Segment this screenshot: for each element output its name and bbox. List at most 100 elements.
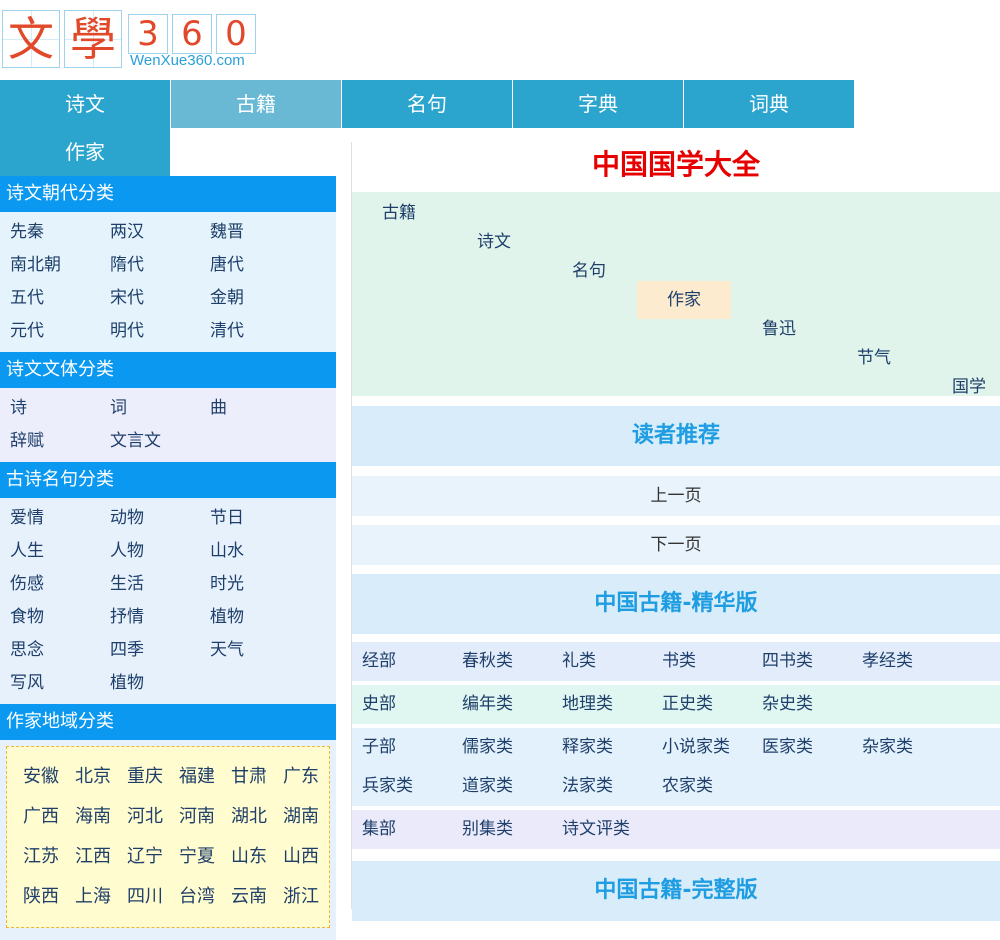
dynasty-link[interactable]: 清代 — [210, 315, 310, 348]
nav-mingju[interactable]: 名句 — [342, 80, 512, 128]
dynasty-link[interactable]: 五代 — [10, 282, 110, 315]
quote-category-link[interactable]: 人生 — [10, 535, 110, 568]
category-item-link[interactable]: 兵家类 — [362, 767, 462, 806]
region-link[interactable]: 台湾 — [171, 877, 223, 917]
region-link[interactable]: 江苏 — [15, 837, 67, 877]
region-link[interactable]: 湖北 — [223, 797, 275, 837]
region-link[interactable]: 陕西 — [15, 877, 67, 917]
nav-zuojia[interactable]: 作家 — [0, 128, 170, 176]
category-label[interactable]: 史部 — [362, 685, 462, 724]
region-link[interactable]: 山东 — [223, 837, 275, 877]
region-link[interactable]: 河南 — [171, 797, 223, 837]
quote-category-link[interactable]: 思念 — [10, 634, 110, 667]
category-item-link[interactable]: 道家类 — [462, 767, 562, 806]
region-link[interactable]: 广西 — [15, 797, 67, 837]
category-item-link[interactable]: 春秋类 — [462, 642, 562, 681]
nav-guji[interactable]: 古籍 — [171, 80, 341, 128]
dynasty-link[interactable]: 隋代 — [110, 249, 210, 282]
quote-category-link[interactable]: 节日 — [210, 502, 310, 535]
region-link[interactable]: 海南 — [67, 797, 119, 837]
quote-category-link[interactable]: 动物 — [110, 502, 210, 535]
category-item-link[interactable]: 杂家类 — [862, 728, 962, 767]
dynasty-link[interactable]: 宋代 — [110, 282, 210, 315]
category-item-link[interactable]: 地理类 — [562, 685, 662, 724]
region-link[interactable]: 上海 — [67, 877, 119, 917]
quote-category-link[interactable]: 写风 — [10, 667, 110, 700]
category-item-link[interactable]: 法家类 — [562, 767, 662, 806]
region-link[interactable]: 河北 — [119, 797, 171, 837]
quote-category-link[interactable]: 时光 — [210, 568, 310, 601]
quote-category-link[interactable]: 山水 — [210, 535, 310, 568]
genre-link[interactable]: 曲 — [210, 392, 310, 425]
category-item-link[interactable]: 孝经类 — [862, 642, 962, 681]
category-item-link[interactable]: 礼类 — [562, 642, 662, 681]
category-item-link[interactable]: 农家类 — [662, 767, 762, 806]
dynasty-link[interactable]: 元代 — [10, 315, 110, 348]
region-link[interactable]: 浙江 — [275, 877, 327, 917]
dynasty-link[interactable]: 明代 — [110, 315, 210, 348]
category-item-link[interactable]: 儒家类 — [462, 728, 562, 767]
category-item-link[interactable]: 书类 — [662, 642, 762, 681]
region-link[interactable]: 北京 — [67, 757, 119, 797]
quote-category-link[interactable]: 人物 — [110, 535, 210, 568]
featured-link[interactable]: 名句 — [572, 252, 606, 290]
dynasty-link[interactable]: 南北朝 — [10, 249, 110, 282]
quote-category-link[interactable]: 植物 — [110, 667, 210, 700]
category-item-link[interactable]: 编年类 — [462, 685, 562, 724]
category-label[interactable]: 集部 — [362, 810, 462, 849]
featured-link[interactable]: 鲁迅 — [762, 310, 796, 348]
quote-category-link[interactable]: 伤感 — [10, 568, 110, 601]
category-item-link[interactable]: 正史类 — [662, 685, 762, 724]
dynasty-link[interactable]: 唐代 — [210, 249, 310, 282]
region-link[interactable]: 湖南 — [275, 797, 327, 837]
category-item-link[interactable]: 小说家类 — [662, 728, 762, 767]
region-list: 安徽 北京 重庆 福建 甘肃 广东广西 海南 河北 河南 湖北 湖南江苏 江西 辽宁 宁夏 山东 山西陕西 上海… — [6, 746, 330, 928]
nav-zidian[interactable]: 字典 — [513, 80, 683, 128]
category-label[interactable]: 子部 — [362, 728, 462, 767]
category-item-link[interactable]: 杂史类 — [762, 685, 862, 724]
region-link[interactable]: 山西 — [275, 837, 327, 877]
category-item-link[interactable]: 诗文评类 — [562, 810, 662, 849]
quote-category-link[interactable]: 生活 — [110, 568, 210, 601]
genre-link[interactable]: 辞赋 — [10, 425, 110, 458]
region-link[interactable]: 重庆 — [119, 757, 171, 797]
region-link[interactable]: 广东 — [275, 757, 327, 797]
region-link[interactable]: 四川 — [119, 877, 171, 917]
category-row: 史部 编年类 地理类 正史类 杂史类 — [352, 685, 1000, 724]
genre-link[interactable]: 词 — [110, 392, 210, 425]
featured-link[interactable]: 国学 — [952, 368, 986, 406]
quote-category-link[interactable]: 四季 — [110, 634, 210, 667]
category-item-link[interactable]: 别集类 — [462, 810, 562, 849]
site-logo[interactable]: 文 學 3 6 0 WenXue360.com — [0, 10, 260, 72]
category-label[interactable]: 经部 — [362, 642, 462, 681]
category-item-link[interactable]: 医家类 — [762, 728, 862, 767]
genre-link[interactable]: 文言文 — [110, 425, 210, 458]
featured-link[interactable]: 作家 — [637, 281, 731, 319]
next-page-link[interactable]: 下一页 — [352, 525, 1000, 565]
quote-category-link[interactable]: 抒情 — [110, 601, 210, 634]
category-item-link[interactable]: 四书类 — [762, 642, 862, 681]
region-link[interactable]: 宁夏 — [171, 837, 223, 877]
category-item-link[interactable]: 释家类 — [562, 728, 662, 767]
featured-link[interactable]: 节气 — [857, 339, 891, 377]
nav-cidian[interactable]: 词典 — [684, 80, 854, 128]
region-link[interactable]: 福建 — [171, 757, 223, 797]
dynasty-link[interactable]: 两汉 — [110, 216, 210, 249]
dynasty-link[interactable]: 金朝 — [210, 282, 310, 315]
genre-link[interactable]: 诗 — [10, 392, 110, 425]
quote-category-link[interactable]: 爱情 — [10, 502, 110, 535]
region-link[interactable]: 云南 — [223, 877, 275, 917]
featured-link[interactable]: 诗文 — [477, 223, 511, 261]
region-link[interactable]: 辽宁 — [119, 837, 171, 877]
dynasty-link[interactable]: 先秦 — [10, 216, 110, 249]
featured-link[interactable]: 古籍 — [382, 194, 416, 232]
region-link[interactable]: 甘肃 — [223, 757, 275, 797]
dynasty-link[interactable]: 魏晋 — [210, 216, 310, 249]
region-link[interactable]: 江西 — [67, 837, 119, 877]
quote-category-link[interactable]: 天气 — [210, 634, 310, 667]
quote-category-link[interactable]: 植物 — [210, 601, 310, 634]
quote-category-link[interactable]: 食物 — [10, 601, 110, 634]
region-link[interactable]: 安徽 — [15, 757, 67, 797]
prev-page-link[interactable]: 上一页 — [352, 476, 1000, 516]
nav-shiwen[interactable]: 诗文 — [0, 80, 170, 128]
